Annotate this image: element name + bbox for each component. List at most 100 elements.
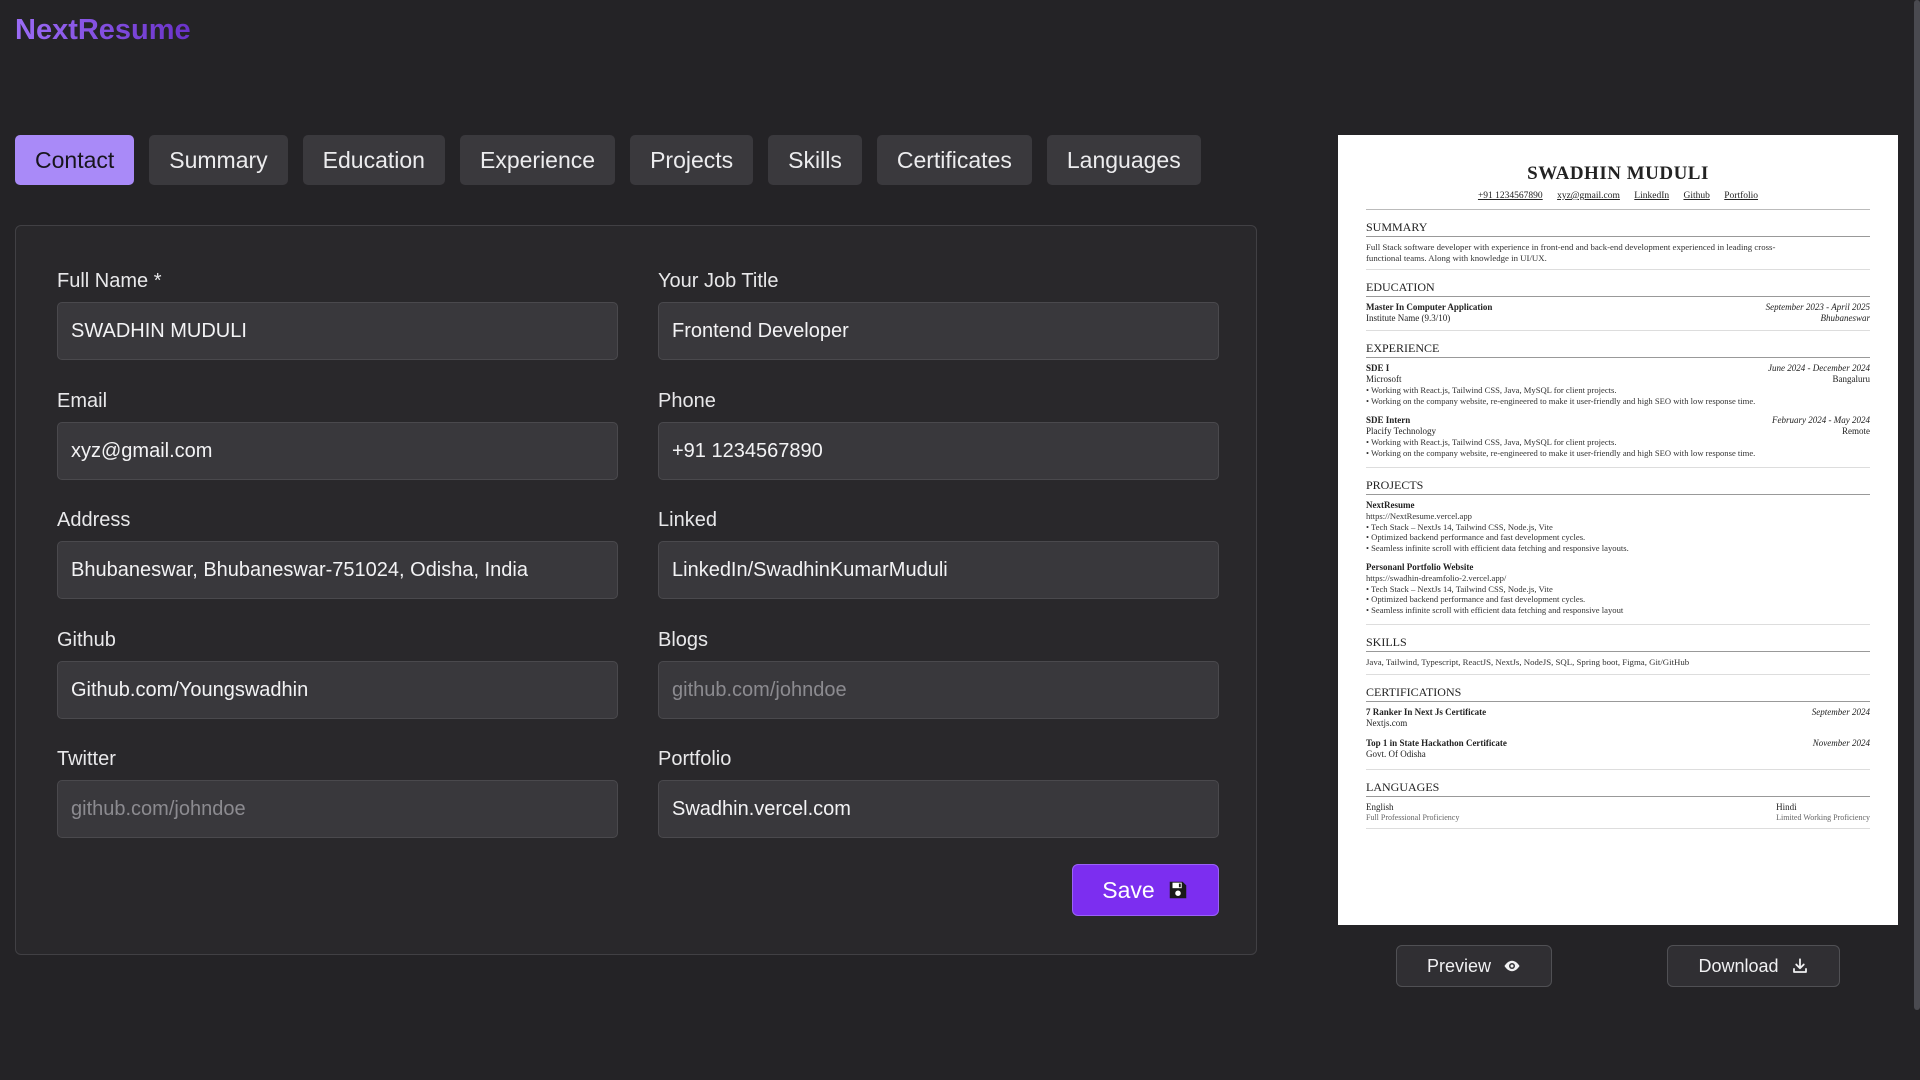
full-name-label: Full Name * <box>57 270 162 292</box>
resume-languages-section: LANGUAGES English Full Professional Prof… <box>1366 780 1870 829</box>
twitter-label: Twitter <box>57 748 116 770</box>
resume-summary-text: Full Stack software developer with exper… <box>1366 242 1776 263</box>
resume-link-email[interactable]: xyz@gmail.com <box>1557 191 1620 201</box>
language-entry: Hindi Limited Working Proficiency <box>1776 802 1870 824</box>
resume-contact-links: +91 1234567890 xyz@gmail.com LinkedIn Gi… <box>1366 191 1870 201</box>
experience-bullet: • Working on the company website, re-eng… <box>1366 395 1756 406</box>
email-label: Email <box>57 390 108 412</box>
tab-skills[interactable]: Skills <box>768 135 862 185</box>
github-label: Github <box>57 629 116 651</box>
contact-form-panel: Full Name * Your Job Title Email Phone A… <box>15 225 1257 955</box>
twitter-input[interactable] <box>57 780 618 838</box>
tab-projects[interactable]: Projects <box>630 135 754 185</box>
resume-education-heading: EDUCATION <box>1366 280 1870 297</box>
download-icon <box>1792 958 1807 973</box>
languages-list: English Full Professional Proficiency Hi… <box>1366 802 1870 824</box>
eye-icon <box>1504 960 1520 972</box>
job-title-input[interactable] <box>658 302 1219 360</box>
experience-dates: June 2024 - December 2024 <box>1768 363 1870 373</box>
certification-date: September 2024 <box>1811 706 1870 717</box>
experience-bullet: • Working on the company website, re-eng… <box>1366 447 1756 458</box>
github-group: Github <box>57 629 618 719</box>
linked-input[interactable] <box>658 541 1219 599</box>
email-group: Email <box>57 390 618 480</box>
portfolio-input[interactable] <box>658 780 1219 838</box>
language-name: Hindi <box>1776 801 1797 812</box>
project-entry: NextResume https://NextResume.vercel.app… <box>1366 500 1870 553</box>
certification-entry: 7 Ranker In Next Js Certificate September… <box>1366 707 1870 729</box>
resume-divider <box>1366 209 1870 210</box>
preview-button[interactable]: Preview <box>1396 945 1552 987</box>
phone-input[interactable] <box>658 422 1219 480</box>
experience-dates: February 2024 - May 2024 <box>1772 415 1870 425</box>
resume-skills-section: SKILLS Java, Tailwind, Typescript, React… <box>1366 635 1870 675</box>
resume-link-portfolio[interactable]: Portfolio <box>1724 191 1758 201</box>
tab-education[interactable]: Education <box>302 135 445 185</box>
tab-summary[interactable]: Summary <box>149 135 288 185</box>
project-bullet: • Optimized backend performance and fast… <box>1366 594 1586 604</box>
project-bullet: • Optimized backend performance and fast… <box>1366 532 1586 542</box>
project-bullet: • Tech Stack – NextJs 14, Tailwind CSS, … <box>1366 583 1553 594</box>
certification-name: Top 1 in State Hackathon Certificate <box>1366 737 1507 748</box>
preview-button-label: Preview <box>1426 955 1492 976</box>
resume-certifications-heading: CERTIFICATIONS <box>1366 685 1870 702</box>
tab-contact[interactable]: Contact <box>15 135 135 185</box>
resume-divider <box>1366 673 1870 675</box>
resume-link-github[interactable]: Github <box>1683 191 1709 201</box>
tab-experience[interactable]: Experience <box>459 135 616 185</box>
tab-languages[interactable]: Languages <box>1046 135 1201 185</box>
job-title-label: Your Job Title <box>658 270 779 292</box>
experience-role: SDE Intern <box>1366 415 1411 425</box>
experience-bullet: • Working with React.js, Tailwind CSS, J… <box>1366 385 1617 395</box>
resume-certifications-section: CERTIFICATIONS 7 Ranker In Next Js Certi… <box>1366 685 1870 770</box>
resume-link-phone[interactable]: +91 1234567890 <box>1478 191 1543 201</box>
linked-group: Linked <box>658 509 1219 599</box>
resume-divider <box>1366 467 1870 468</box>
job-title-group: Your Job Title <box>658 270 1219 360</box>
resume-divider <box>1366 624 1870 625</box>
experience-location: Bangaluru <box>1832 374 1871 384</box>
resume-summary-section: SUMMARY Full Stack software developer wi… <box>1366 220 1870 270</box>
full-name-group: Full Name * <box>57 270 618 360</box>
project-url[interactable]: https://swadhin-dreamfolio-2.vercel.app/ <box>1366 573 1870 584</box>
download-button[interactable]: Download <box>1667 945 1840 987</box>
full-name-input[interactable] <box>57 302 618 360</box>
save-button-label: Save <box>1102 876 1155 903</box>
github-input[interactable] <box>57 661 618 719</box>
resume-summary-heading: SUMMARY <box>1366 220 1870 237</box>
tab-certificates[interactable]: Certificates <box>876 135 1032 185</box>
app-logo[interactable]: NextResume <box>15 14 191 47</box>
portfolio-group: Portfolio <box>658 748 1219 838</box>
phone-group: Phone <box>658 390 1219 480</box>
experience-company: Microsoft <box>1366 374 1402 384</box>
experience-location: Remote <box>1842 426 1870 436</box>
language-level: Limited Working Proficiency <box>1776 812 1870 822</box>
floppy-disk-icon <box>1169 881 1186 899</box>
project-url[interactable]: https://NextResume.vercel.app <box>1366 511 1870 522</box>
resume-skills-text: Java, Tailwind, Typescript, ReactJS, Nex… <box>1366 657 1690 667</box>
project-name: NextResume <box>1366 500 1415 510</box>
address-label: Address <box>57 509 131 531</box>
resume-preview: SWADHIN MUDULI +91 1234567890 xyz@gmail.… <box>1338 135 1898 925</box>
blogs-input[interactable] <box>658 661 1219 719</box>
experience-bullet: • Working with React.js, Tailwind CSS, J… <box>1366 437 1617 447</box>
page-scrollbar[interactable] <box>1914 0 1920 1010</box>
language-name: English <box>1366 801 1394 812</box>
address-input[interactable] <box>57 541 618 599</box>
project-bullet: • Tech Stack – NextJs 14, Tailwind CSS, … <box>1366 521 1553 532</box>
resume-projects-section: PROJECTS NextResume https://NextResume.v… <box>1366 478 1870 625</box>
experience-entry: SDE I June 2024 - December 2024 Microsoft… <box>1366 363 1870 406</box>
resume-link-linkedin[interactable]: LinkedIn <box>1634 191 1669 201</box>
language-entry: English Full Professional Proficiency <box>1366 802 1459 824</box>
certification-date: November 2024 <box>1812 737 1870 748</box>
section-tabs: Contact Summary Education Experience Pro… <box>15 135 1201 185</box>
save-button[interactable]: Save <box>1072 864 1219 916</box>
twitter-group: Twitter <box>57 748 618 838</box>
resume-languages-heading: LANGUAGES <box>1366 780 1870 797</box>
certification-issuer: Govt. Of Odisha <box>1366 748 1426 759</box>
experience-role: SDE I <box>1366 363 1390 373</box>
project-name: Personanl Portfolio Website <box>1366 562 1474 572</box>
email-input[interactable] <box>57 422 618 480</box>
resume-divider <box>1366 768 1870 770</box>
education-institute: Institute Name (9.3/10) <box>1366 313 1451 323</box>
